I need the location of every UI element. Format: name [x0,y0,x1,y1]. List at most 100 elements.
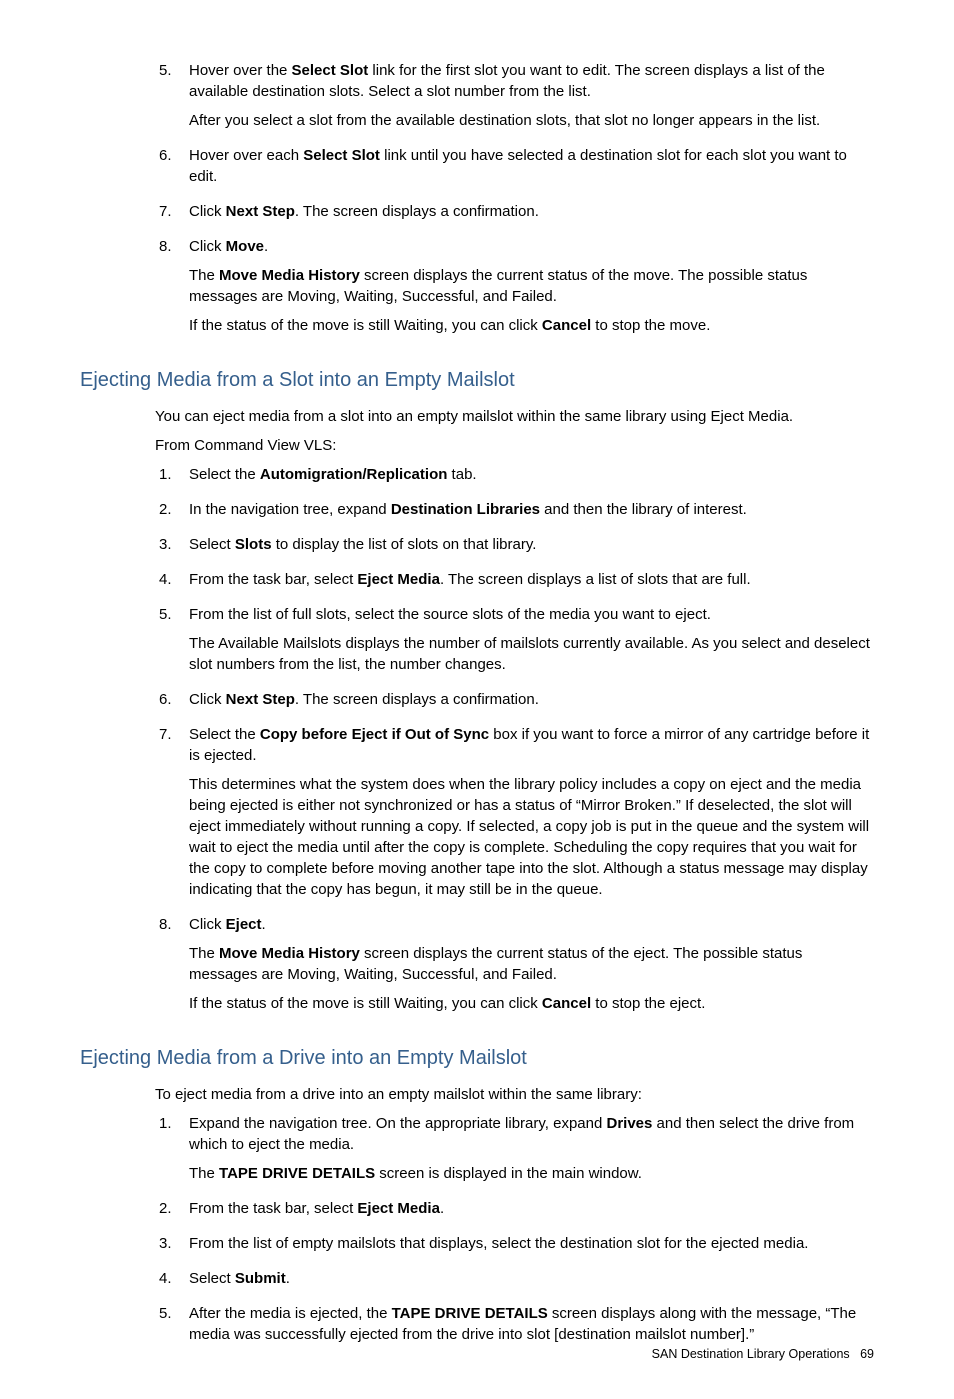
bold-term: Submit [235,1270,286,1287]
list-paragraph: Select Submit. [189,1268,874,1289]
list-number: 8. [155,236,189,344]
list-content: From the task bar, select Eject Media. [189,1198,874,1227]
section-heading-2: Ejecting Media from a Drive into an Empt… [80,1044,874,1072]
list-content: Click Move. The Move Media History screen… [189,236,874,344]
list-paragraph: Click Next Step. The screen displays a c… [189,689,874,710]
list-content: Hover over the Select Slot link for the … [189,60,874,139]
bold-term: Destination Libraries [391,501,540,518]
bold-term: Slots [235,536,272,553]
list-paragraph: Expand the navigation tree. On the appro… [189,1113,874,1155]
list-paragraph: Hover over each Select Slot link until y… [189,145,874,187]
list-content: Select the Copy before Eject if Out of S… [189,724,874,908]
list-paragraph: Select Slots to display the list of slot… [189,534,874,555]
list-section-2: 1.Expand the navigation tree. On the app… [155,1113,874,1353]
list-number: 4. [155,1268,189,1297]
list-number: 7. [155,724,189,908]
list-content: Expand the navigation tree. On the appro… [189,1113,874,1192]
list-paragraph: If the status of the move is still Waiti… [189,993,874,1014]
bold-term: Move Media History [219,267,360,284]
list-number: 5. [155,1303,189,1353]
section-heading-1: Ejecting Media from a Slot into an Empty… [80,366,874,394]
page-footer: SAN Destination Library Operations 69 [652,1346,874,1364]
list-item: 2.In the navigation tree, expand Destina… [155,499,874,528]
intro-paragraph: You can eject media from a slot into an … [155,406,874,427]
bold-term: Eject Media [357,1200,440,1217]
bold-term: Next Step [226,203,295,220]
list-paragraph: If the status of the move is still Waiti… [189,315,874,336]
bold-term: Eject Media [357,571,440,588]
list-number: 1. [155,464,189,493]
list-section-1: 1.Select the Automigration/Replication t… [155,464,874,1022]
list-section-0: 5.Hover over the Select Slot link for th… [155,60,874,344]
list-paragraph: The Move Media History screen displays t… [189,265,874,307]
list-item: 6.Click Next Step. The screen displays a… [155,689,874,718]
bold-term: Cancel [542,317,591,334]
bold-term: TAPE DRIVE DETAILS [392,1305,548,1322]
list-item: 4.From the task bar, select Eject Media.… [155,569,874,598]
list-number: 2. [155,1198,189,1227]
list-paragraph: After the media is ejected, the TAPE DRI… [189,1303,874,1345]
bold-term: Move Media History [219,945,360,962]
list-content: From the task bar, select Eject Media. T… [189,569,874,598]
list-number: 5. [155,60,189,139]
list-number: 7. [155,201,189,230]
list-content: Click Eject. The Move Media History scree… [189,914,874,1022]
list-paragraph: In the navigation tree, expand Destinati… [189,499,874,520]
list-paragraph: Select the Automigration/Replication tab… [189,464,874,485]
list-number: 1. [155,1113,189,1192]
list-paragraph: Click Move. [189,236,874,257]
list-number: 3. [155,534,189,563]
list-number: 2. [155,499,189,528]
list-number: 3. [155,1233,189,1262]
list-item: 6.Hover over each Select Slot link until… [155,145,874,195]
list-paragraph: This determines what the system does whe… [189,774,874,900]
list-item: 5.From the list of full slots, select th… [155,604,874,683]
list-paragraph: From the list of full slots, select the … [189,604,874,625]
list-item: 4.Select Submit. [155,1268,874,1297]
page-number: 69 [860,1347,874,1361]
list-number: 6. [155,689,189,718]
footer-text: SAN Destination Library Operations [652,1347,850,1361]
list-item: 8.Click Move. The Move Media History scre… [155,236,874,344]
list-paragraph: From the task bar, select Eject Media. T… [189,569,874,590]
list-content: Click Next Step. The screen displays a c… [189,689,874,718]
section-1-intro: You can eject media from a slot into an … [80,406,874,456]
list-number: 6. [155,145,189,195]
list-item: 2.From the task bar, select Eject Media. [155,1198,874,1227]
list-content: Select the Automigration/Replication tab… [189,464,874,493]
bold-term: Drives [607,1115,653,1132]
list-number: 4. [155,569,189,598]
list-paragraph: Click Eject. [189,914,874,935]
list-item: 3.From the list of empty mailslots that … [155,1233,874,1262]
list-item: 7.Select the Copy before Eject if Out of… [155,724,874,908]
list-paragraph: From the task bar, select Eject Media. [189,1198,874,1219]
bold-term: Next Step [226,691,295,708]
bold-term: Move [226,238,264,255]
list-paragraph: Click Next Step. The screen displays a c… [189,201,874,222]
list-content: From the list of full slots, select the … [189,604,874,683]
list-content: From the list of empty mailslots that di… [189,1233,874,1262]
list-item: 3.Select Slots to display the list of sl… [155,534,874,563]
list-content: Click Next Step. The screen displays a c… [189,201,874,230]
list-paragraph: The Move Media History screen displays t… [189,943,874,985]
list-item: 1.Expand the navigation tree. On the app… [155,1113,874,1192]
intro-paragraph: To eject media from a drive into an empt… [155,1084,874,1105]
bold-term: Copy before Eject if Out of Sync [260,726,489,743]
list-number: 5. [155,604,189,683]
list-paragraph: After you select a slot from the availab… [189,110,874,131]
list-item: 8.Click Eject.The Move Media History scr… [155,914,874,1022]
bold-term: Cancel [542,995,591,1012]
bold-term: Eject [226,916,262,933]
list-content: Select Submit. [189,1268,874,1297]
list-paragraph: The TAPE DRIVE DETAILS screen is display… [189,1163,874,1184]
list-content: Hover over each Select Slot link until y… [189,145,874,195]
list-paragraph: Select the Copy before Eject if Out of S… [189,724,874,766]
intro-paragraph: From Command View VLS: [155,435,874,456]
list-paragraph: Hover over the Select Slot link for the … [189,60,874,102]
list-content: In the navigation tree, expand Destinati… [189,499,874,528]
bold-term: Select Slot [292,62,369,79]
list-item: 7.Click Next Step. The screen displays a… [155,201,874,230]
section-2-intro: To eject media from a drive into an empt… [80,1084,874,1105]
bold-term: Automigration/Replication [260,466,448,483]
bold-term: TAPE DRIVE DETAILS [219,1165,375,1182]
